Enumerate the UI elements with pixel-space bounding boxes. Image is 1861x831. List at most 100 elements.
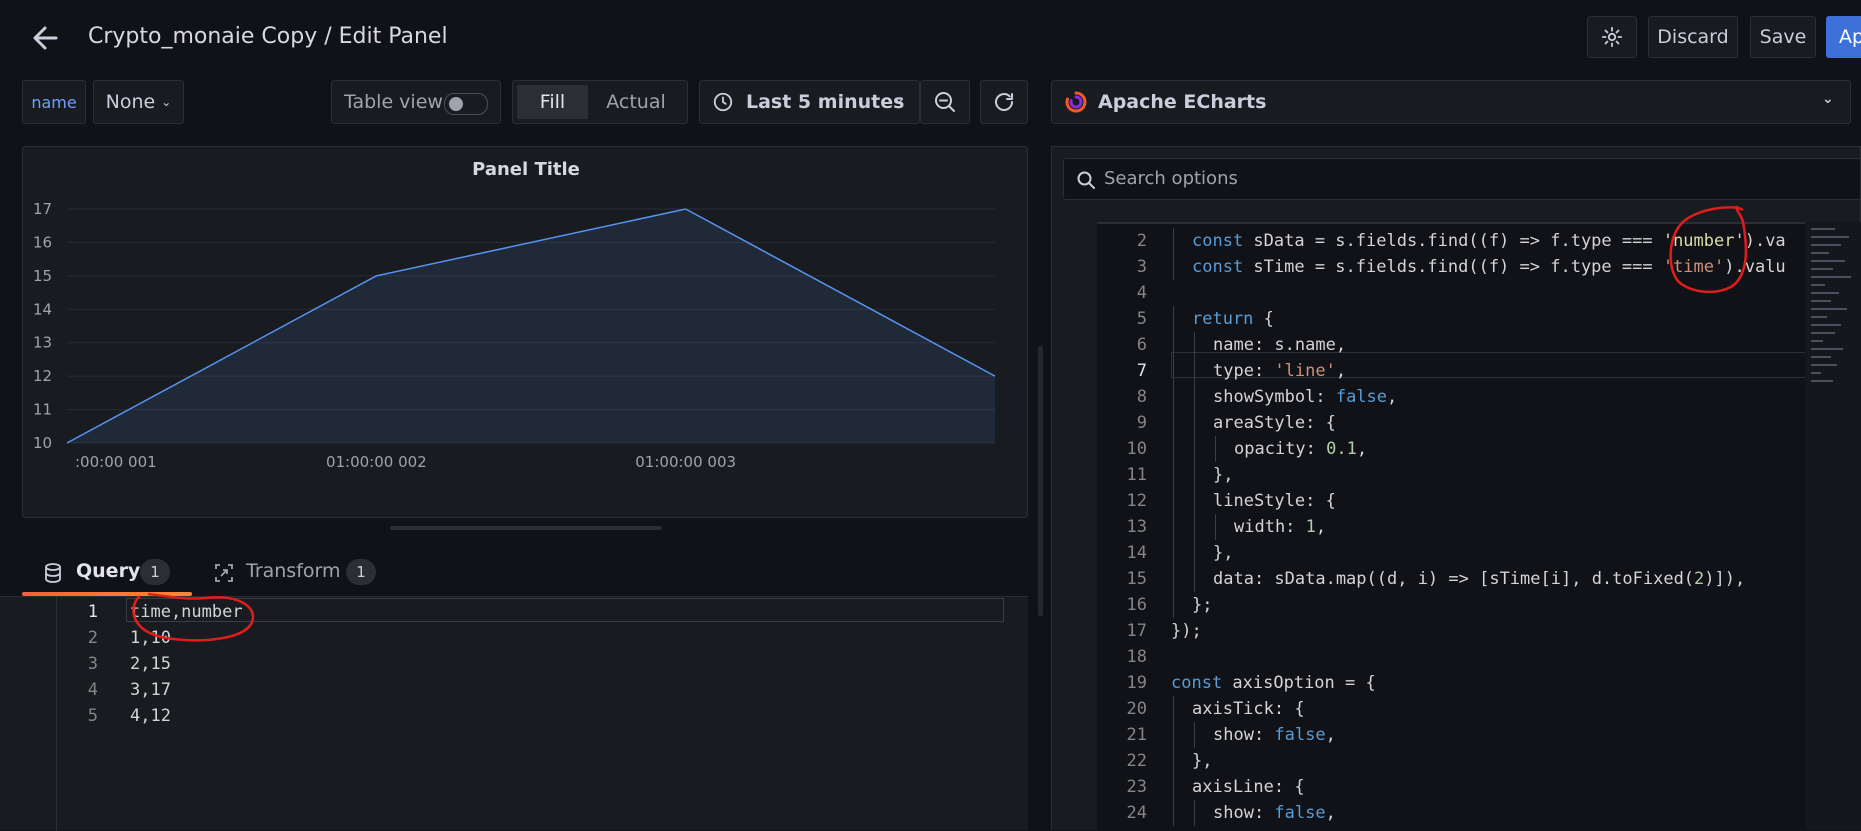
code-line[interactable]: type: 'line', <box>1213 358 1346 384</box>
clock-icon <box>713 92 733 112</box>
line-number: 16 <box>1126 595 1147 615</box>
table-view-label: Table view <box>344 91 443 113</box>
line-number: 7 <box>1136 361 1147 381</box>
line-number: 6 <box>1136 335 1147 355</box>
code-line[interactable]: areaStyle: { <box>1213 410 1336 436</box>
table-view-toggle[interactable]: Table view <box>331 80 501 124</box>
search-placeholder: Search options <box>1104 168 1238 189</box>
code-line[interactable]: }); <box>1171 618 1202 644</box>
line-number: 4 <box>1136 283 1147 303</box>
line-number: 23 <box>1126 777 1147 797</box>
chart-y-tick-label: 11 <box>33 401 52 419</box>
echarts-logo-icon <box>1065 91 1087 113</box>
apply-button[interactable]: Ap <box>1826 16 1861 58</box>
chart: 10 11 12 13 14 15 16 17:00:00 001 01:00:00 002 01… <box>33 200 996 471</box>
annotation-circle <box>1669 205 1748 294</box>
variable-select-value: None <box>105 91 156 113</box>
query-line[interactable]: 4,12 <box>130 703 171 729</box>
zoom-out-icon <box>935 92 955 112</box>
refresh-button[interactable] <box>980 80 1028 124</box>
chevron-down-icon: ⌄ <box>161 95 172 109</box>
code-line[interactable]: axisTick: { <box>1192 696 1305 722</box>
chart-y-tick-label: 10 <box>33 434 52 452</box>
line-number: 14 <box>1126 543 1147 563</box>
code-line[interactable]: }, <box>1192 748 1212 774</box>
line-number: 2 <box>87 628 98 648</box>
chart-y-tick-label: 17 <box>33 200 52 218</box>
save-button[interactable]: Save <box>1750 16 1816 58</box>
gear-icon <box>1601 26 1623 48</box>
chevron-down-icon: ⌄ <box>893 91 905 107</box>
line-number: 11 <box>1126 465 1147 485</box>
actual-button[interactable]: Actual <box>591 85 681 119</box>
line-number: 21 <box>1126 725 1147 745</box>
refresh-icon <box>995 93 1013 111</box>
code-line[interactable]: show: false, <box>1213 722 1336 748</box>
database-icon <box>45 563 61 583</box>
line-number: 12 <box>1126 491 1147 511</box>
chart-x-tick-label: :00:00 001 <box>75 453 157 471</box>
chart-y-tick-label: 13 <box>33 334 52 352</box>
chart-y-tick-label: 12 <box>33 367 52 385</box>
code-line[interactable]: }, <box>1213 540 1233 566</box>
line-number: 18 <box>1126 647 1147 667</box>
tab-transform-count: 1 <box>346 559 376 585</box>
code-line[interactable]: }; <box>1192 592 1212 618</box>
variable-label: name <box>22 80 86 124</box>
visualization-picker[interactable]: Apache ECharts ⌄ <box>1051 80 1851 124</box>
code-line[interactable]: data: sData.map((d, i) => [sTime[i], d.t… <box>1213 566 1745 592</box>
tab-query-label: Query <box>76 560 141 582</box>
line-number: 5 <box>87 706 98 726</box>
line-number: 10 <box>1126 439 1147 459</box>
code-line[interactable]: const axisOption = { <box>1171 670 1376 696</box>
settings-button[interactable] <box>1587 16 1637 58</box>
line-number: 4 <box>87 680 98 700</box>
line-number: 3 <box>87 654 98 674</box>
chart-y-tick-label: 16 <box>33 233 52 251</box>
code-line[interactable]: showSymbol: false, <box>1213 384 1397 410</box>
arrow-left-icon <box>33 26 58 50</box>
line-number: 13 <box>1126 517 1147 537</box>
back-button[interactable] <box>26 18 66 58</box>
toggle-switch[interactable] <box>444 93 488 115</box>
time-range-label: Last 5 minutes <box>746 91 905 113</box>
line-number: 5 <box>1136 309 1147 329</box>
code-line[interactable]: name: s.name, <box>1213 332 1346 358</box>
variable-select[interactable]: None ⌄ <box>93 80 184 124</box>
search-options-field[interactable]: Search options <box>1063 158 1861 200</box>
visualization-label: Apache ECharts <box>1098 91 1267 113</box>
query-line[interactable]: 3,17 <box>130 677 171 703</box>
query-line[interactable]: 2,15 <box>130 651 171 677</box>
code-line[interactable]: return { <box>1192 306 1274 332</box>
panel-scrollbar[interactable] <box>1038 346 1043 616</box>
panel-resize-handle[interactable] <box>390 526 662 530</box>
line-number: 9 <box>1136 413 1147 433</box>
chart-y-tick-label: 14 <box>33 300 52 318</box>
fill-button[interactable]: Fill <box>517 85 588 119</box>
line-number: 8 <box>1136 387 1147 407</box>
discard-button[interactable]: Discard <box>1648 16 1738 58</box>
line-number: 24 <box>1126 803 1147 823</box>
annotation-circle <box>132 592 255 642</box>
chart-area <box>67 209 995 443</box>
panel-preview: Panel Title 10 11 12 13 14 15 16 17:00:00 001 01… <box>22 146 1028 518</box>
time-range-picker[interactable]: Last 5 minutes ⌄ <box>699 80 920 124</box>
code-minimap[interactable] <box>1805 222 1861 830</box>
code-line[interactable]: width: 1, <box>1234 514 1326 540</box>
code-line[interactable]: show: false, <box>1213 800 1336 826</box>
zoom-out-button[interactable] <box>920 80 970 124</box>
chevron-down-icon: ⌄ <box>1822 91 1834 107</box>
search-icon <box>1077 171 1095 189</box>
line-number: 3 <box>1136 257 1147 277</box>
code-editor[interactable]: 2 const sData = s.fields.find((f) => f.ty… <box>1097 222 1861 830</box>
code-line[interactable]: opacity: 0.1, <box>1234 436 1367 462</box>
code-line[interactable]: lineStyle: { <box>1213 488 1336 514</box>
tab-transform-label: Transform <box>246 560 341 582</box>
line-number: 19 <box>1126 673 1147 693</box>
line-number: 15 <box>1126 569 1147 589</box>
line-number: 1 <box>87 602 98 622</box>
chart-x-tick-label: 01:00:00 003 <box>635 453 736 471</box>
code-line[interactable]: axisLine: { <box>1192 774 1305 800</box>
code-line[interactable]: }, <box>1213 462 1233 488</box>
fill-actual-group: Fill Actual <box>512 80 688 124</box>
